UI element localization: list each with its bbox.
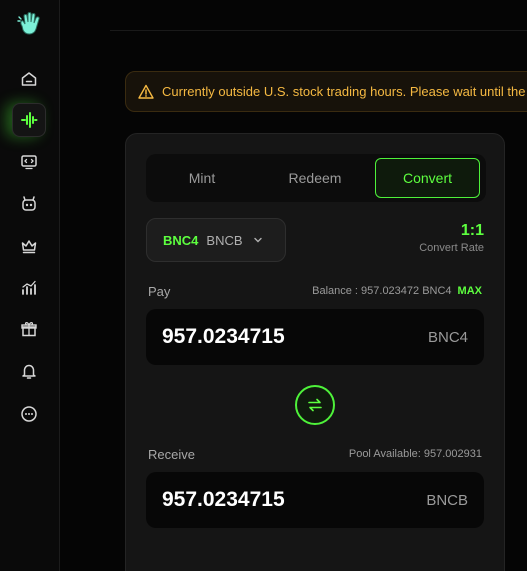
tab-convert[interactable]: Convert: [375, 158, 480, 198]
chevron-down-icon: [253, 237, 262, 243]
convert-rate: 1:1 Convert Rate: [419, 222, 484, 254]
convert-rate-label: Convert Rate: [419, 242, 484, 254]
robot-icon[interactable]: [12, 187, 46, 221]
pay-token: BNC4: [427, 328, 468, 346]
receive-label: Receive: [148, 447, 195, 462]
home-icon[interactable]: [12, 62, 46, 96]
sidebar: [0, 0, 60, 571]
mode-tabs: Mint Redeem Convert: [146, 154, 486, 202]
monitor-code-icon[interactable]: [12, 145, 46, 179]
receive-token: BNCB: [426, 491, 468, 509]
swap-arrows-icon: [308, 398, 322, 412]
receive-amount-field[interactable]: 957.0234715 BNCB: [146, 472, 484, 528]
more-icon[interactable]: [12, 397, 46, 431]
balance-text: Balance : 957.023472 BNC4: [312, 285, 452, 297]
pair-from: BNC4: [163, 232, 199, 248]
banner-text: Currently outside U.S. stock trading hou…: [162, 84, 526, 99]
pulse-icon[interactable]: [12, 103, 46, 137]
swap-direction-button[interactable]: [295, 385, 335, 425]
max-button[interactable]: MAX: [458, 285, 482, 297]
pay-amount-field[interactable]: 957.0234715 BNC4: [146, 309, 484, 365]
balance-info: Balance : 957.023472 BNC4 MAX: [312, 285, 482, 297]
gift-icon[interactable]: [12, 312, 46, 346]
pay-amount[interactable]: 957.0234715: [162, 325, 285, 349]
pair-to: BNCB: [206, 232, 243, 248]
receive-amount: 957.0234715: [162, 488, 285, 511]
header-divider: [110, 30, 527, 31]
crown-icon[interactable]: [12, 229, 46, 263]
chart-icon[interactable]: [12, 271, 46, 305]
pay-label: Pay: [148, 284, 171, 299]
convert-card: Mint Redeem Convert BNC4 BNCB 1:1 Conver…: [125, 133, 505, 571]
bell-icon[interactable]: [12, 354, 46, 388]
pool-available: Pool Available: 957.002931: [348, 448, 482, 460]
tab-mint[interactable]: Mint: [150, 158, 254, 198]
warning-icon: [138, 84, 154, 99]
pair-selector[interactable]: BNC4 BNCB: [146, 218, 286, 262]
tab-redeem[interactable]: Redeem: [260, 158, 370, 198]
hand-wave-icon[interactable]: [17, 12, 41, 38]
convert-rate-value: 1:1: [460, 222, 484, 239]
trading-hours-banner: Currently outside U.S. stock trading hou…: [125, 71, 527, 112]
